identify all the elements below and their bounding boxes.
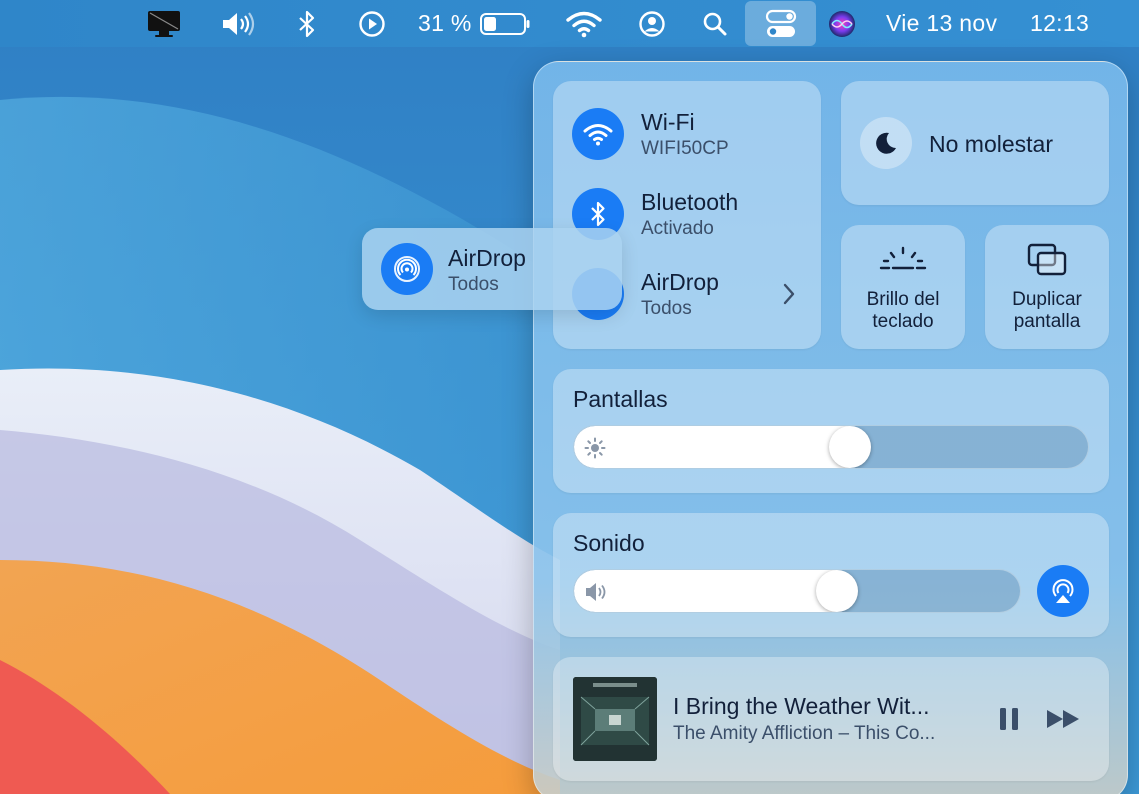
screen-mirroring-icon <box>1027 243 1067 282</box>
wifi-toggle-icon[interactable] <box>572 108 624 160</box>
display-brightness-knob[interactable] <box>829 426 871 468</box>
bluetooth-title[interactable]: Bluetooth <box>641 189 738 216</box>
album-art <box>573 677 657 761</box>
display-title: Pantallas <box>573 386 668 412</box>
do-not-disturb-tile[interactable]: No molestar <box>841 81 1109 205</box>
screen-mirroring-tile[interactable]: Duplicar pantalla <box>985 225 1109 349</box>
track-artist: The Amity Affliction – This Co... <box>673 723 936 744</box>
volume-slider[interactable] <box>573 569 1021 613</box>
bluetooth-icon[interactable] <box>290 0 324 47</box>
menubar-date[interactable]: Vie 13 nov <box>886 0 1020 47</box>
forward-icon[interactable] <box>1045 708 1083 735</box>
date-text: Vie 13 nov <box>886 10 998 36</box>
volume-knob[interactable] <box>816 570 858 612</box>
airdrop-drag-title: AirDrop <box>448 245 526 271</box>
search-icon[interactable] <box>698 0 732 47</box>
sound-tile: Sonido <box>553 513 1109 637</box>
keyboard-brightness-label: Brillo del teclado <box>866 289 940 332</box>
keyboard-brightness-icon <box>878 245 928 280</box>
track-title: I Bring the Weather Wit... <box>673 693 930 719</box>
display-brightness-fill <box>574 426 850 468</box>
airdrop-drag-subtitle: Todos <box>448 274 499 295</box>
display-brightness-slider[interactable] <box>573 425 1089 469</box>
airdrop-title[interactable]: AirDrop <box>641 269 719 296</box>
menubar-time[interactable]: 12:13 <box>1030 0 1106 47</box>
airplay-audio-icon[interactable] <box>1037 565 1089 617</box>
control-center-icon[interactable] <box>745 1 816 46</box>
menu-bar: 31 % Vie 13 nov 12:13 <box>0 0 1139 47</box>
keyboard-brightness-tile[interactable]: Brillo del teclado <box>841 225 965 349</box>
do-not-disturb-label: No molestar <box>929 131 1053 157</box>
play-icon[interactable] <box>354 0 390 47</box>
siri-icon[interactable] <box>824 0 860 47</box>
moon-icon <box>860 117 912 169</box>
chevron-right-icon[interactable] <box>781 281 797 312</box>
battery-icon[interactable] <box>478 0 532 47</box>
airdrop-status: Todos <box>641 298 692 319</box>
sun-icon <box>584 437 606 459</box>
wifi-icon[interactable] <box>564 0 604 47</box>
screen-mirroring-label: Duplicar pantalla <box>1012 289 1082 332</box>
wifi-network-name: WIFI50CP <box>641 138 729 159</box>
bluetooth-status: Activado <box>641 218 714 239</box>
user-icon[interactable] <box>634 0 670 47</box>
airdrop-icon <box>381 243 433 295</box>
volume-fill <box>574 570 837 612</box>
now-playing-tile[interactable]: I Bring the Weather Wit... The Amity Aff… <box>553 657 1109 781</box>
wifi-title[interactable]: Wi-Fi <box>641 109 695 136</box>
display-tile: Pantallas <box>553 369 1109 493</box>
airdrop-drag-preview[interactable]: AirDrop Todos <box>362 228 622 310</box>
battery-percent: 31 % <box>418 0 474 47</box>
control-center-panel: Wi-Fi WIFI50CP Bluetooth Activado AirDro… <box>533 61 1128 794</box>
sound-title: Sonido <box>573 530 645 556</box>
time-text: 12:13 <box>1030 10 1090 36</box>
speaker-icon <box>586 583 606 601</box>
display-icon[interactable] <box>140 0 188 47</box>
pause-icon[interactable] <box>997 706 1021 737</box>
battery-percent-text: 31 % <box>418 10 472 36</box>
volume-icon[interactable] <box>216 0 262 47</box>
